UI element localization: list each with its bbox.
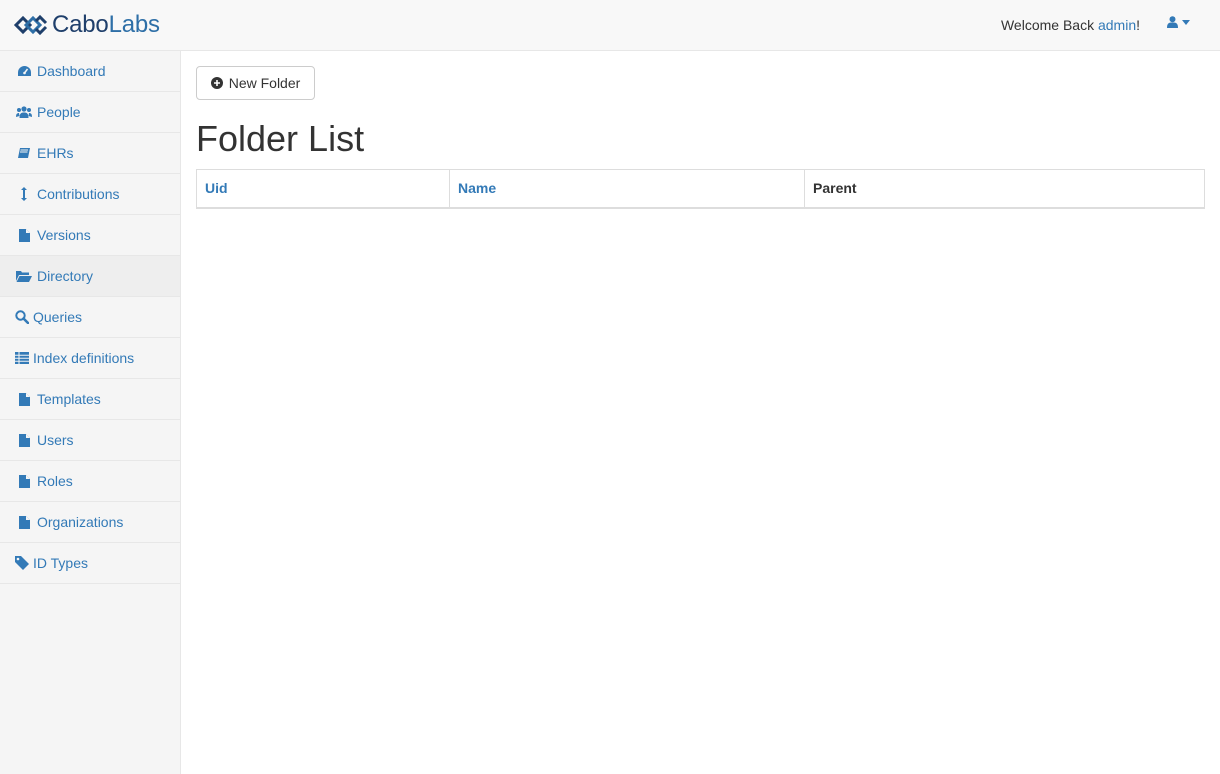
column-header-uid: Uid — [196, 169, 450, 209]
sidebar-item-index-definitions[interactable]: Index definitions — [0, 338, 180, 379]
cabolabs-logo-icon — [14, 14, 48, 36]
sidebar-item-people[interactable]: People — [0, 92, 180, 133]
sidebar-item-label: EHRs — [37, 145, 74, 161]
sidebar-item-versions[interactable]: Versions — [0, 215, 180, 256]
tag-icon — [15, 556, 29, 570]
sidebar-item-users[interactable]: Users — [0, 420, 180, 461]
username-link[interactable]: admin — [1098, 17, 1136, 33]
new-folder-button[interactable]: New Folder — [196, 66, 315, 100]
file-icon — [16, 228, 32, 242]
sidebar-item-organizations[interactable]: Organizations — [0, 502, 180, 543]
sort-by-uid-link[interactable]: Uid — [205, 180, 228, 196]
table-header-row: Uid Name Parent — [196, 169, 1205, 209]
sidebar-item-dashboard[interactable]: Dashboard — [0, 51, 180, 92]
sidebar-item-label: Dashboard — [37, 63, 106, 79]
sidebar: Dashboard People EHRs Contributions Vers… — [0, 51, 181, 774]
dashboard-icon — [16, 64, 32, 78]
sidebar-item-label: Index definitions — [33, 350, 135, 366]
sidebar-item-label: ID Types — [33, 555, 88, 571]
plus-circle-icon — [210, 77, 223, 89]
sidebar-item-queries[interactable]: Queries — [0, 297, 180, 338]
sidebar-item-contributions[interactable]: Contributions — [0, 174, 180, 215]
user-menu-toggle[interactable] — [1167, 16, 1190, 28]
new-folder-label: New Folder — [228, 75, 301, 91]
brand-name-part1: Cabo — [52, 11, 109, 38]
sidebar-item-label: Directory — [37, 268, 94, 284]
brand-logo[interactable]: CaboLabs — [14, 11, 160, 39]
table-icon — [15, 351, 29, 365]
folder-table: Uid Name Parent — [196, 169, 1205, 209]
column-header-name: Name — [449, 169, 805, 209]
search-icon — [15, 310, 29, 324]
page-title: Folder List — [196, 118, 365, 159]
sidebar-item-label: People — [37, 104, 81, 120]
file-icon — [16, 515, 32, 529]
file-icon — [16, 474, 32, 488]
sidebar-item-label: Versions — [37, 227, 91, 243]
sidebar-item-ehrs[interactable]: EHRs — [0, 133, 180, 174]
users-icon — [16, 105, 32, 119]
sidebar-item-label: Templates — [37, 391, 101, 407]
resize-vertical-icon — [16, 187, 32, 201]
sidebar-item-templates[interactable]: Templates — [0, 379, 180, 420]
column-header-parent: Parent — [804, 169, 1205, 209]
book-icon — [16, 146, 32, 160]
welcome-suffix: ! — [1136, 17, 1140, 33]
chevron-down-icon — [1182, 19, 1190, 25]
folder-open-icon — [16, 269, 32, 283]
sidebar-item-label: Contributions — [37, 186, 120, 202]
top-navbar: CaboLabs Welcome Back admin! — [0, 0, 1220, 51]
file-icon — [16, 392, 32, 406]
brand-name-part2: Labs — [108, 11, 160, 38]
sort-by-name-link[interactable]: Name — [458, 180, 496, 196]
sidebar-item-label: Roles — [37, 473, 73, 489]
sidebar-item-id-types[interactable]: ID Types — [0, 543, 180, 584]
sidebar-item-label: Organizations — [37, 514, 124, 530]
welcome-prefix: Welcome Back — [1000, 17, 1098, 33]
sidebar-item-label: Queries — [33, 309, 83, 325]
user-icon — [1167, 16, 1178, 28]
sidebar-item-roles[interactable]: Roles — [0, 461, 180, 502]
file-icon — [16, 433, 32, 447]
sidebar-item-label: Users — [37, 432, 74, 448]
sidebar-item-directory[interactable]: Directory — [0, 256, 180, 297]
welcome-message: Welcome Back admin! — [1001, 17, 1140, 33]
